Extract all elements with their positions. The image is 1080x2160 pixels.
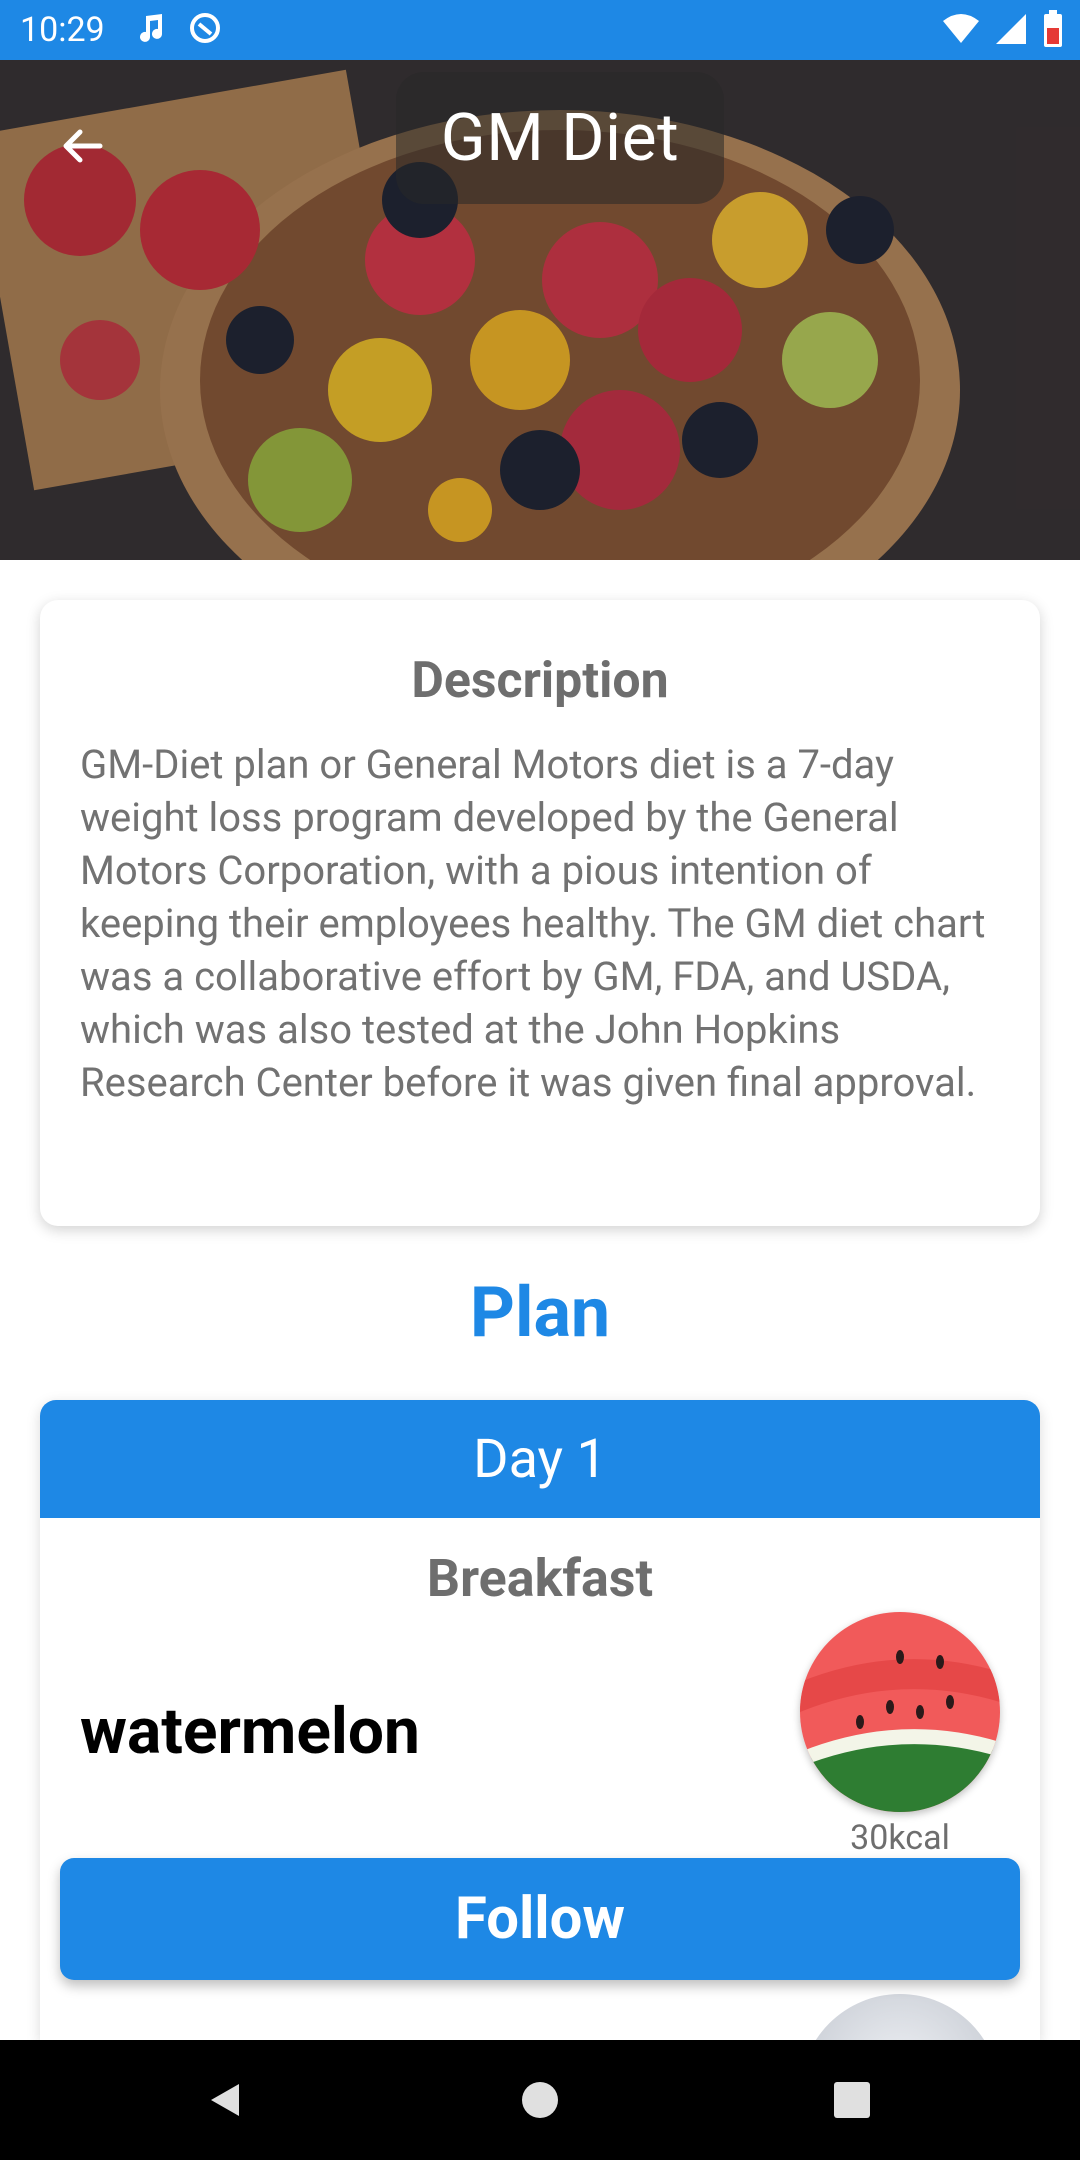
sync-icon <box>187 10 223 50</box>
follow-button[interactable]: Follow <box>60 1858 1020 1980</box>
food-item-name[interactable]: watermelon <box>80 1694 420 1769</box>
description-card: Description GM-Diet plan or General Moto… <box>40 600 1040 1226</box>
meal-title: Breakfast <box>426 1548 654 1609</box>
nav-back-icon <box>211 2084 239 2116</box>
back-button[interactable] <box>52 118 112 178</box>
status-time: 10:29 <box>20 10 105 50</box>
page-title-container: GM Diet <box>396 72 724 204</box>
nav-recents-button[interactable] <box>832 2080 872 2120</box>
description-title: Description <box>411 652 669 710</box>
next-food-image[interactable] <box>800 1994 1000 2040</box>
hero-image: GM Diet <box>0 60 1080 560</box>
arrow-back-icon <box>60 124 104 172</box>
nav-recents-icon <box>834 2082 870 2118</box>
food-item-kcal: 30kcal <box>850 1818 950 1858</box>
nav-back-button[interactable] <box>205 2080 245 2120</box>
day-header: Day 1 <box>40 1400 1040 1518</box>
plan-heading: Plan <box>469 1272 611 1354</box>
day-label: Day 1 <box>473 1427 607 1491</box>
signal-icon <box>994 12 1028 50</box>
wifi-icon <box>942 13 980 49</box>
page-title: GM Diet <box>440 99 680 177</box>
battery-icon <box>1042 10 1064 52</box>
description-body: GM-Diet plan or General Motors diet is a… <box>80 741 986 1106</box>
status-bar: 10:29 <box>0 0 1080 60</box>
music-note-icon <box>137 13 165 47</box>
nav-home-icon <box>522 2082 558 2118</box>
navigation-bar <box>0 2040 1080 2160</box>
watermelon-image[interactable] <box>800 1612 1000 1812</box>
nav-home-button[interactable] <box>520 2080 560 2120</box>
